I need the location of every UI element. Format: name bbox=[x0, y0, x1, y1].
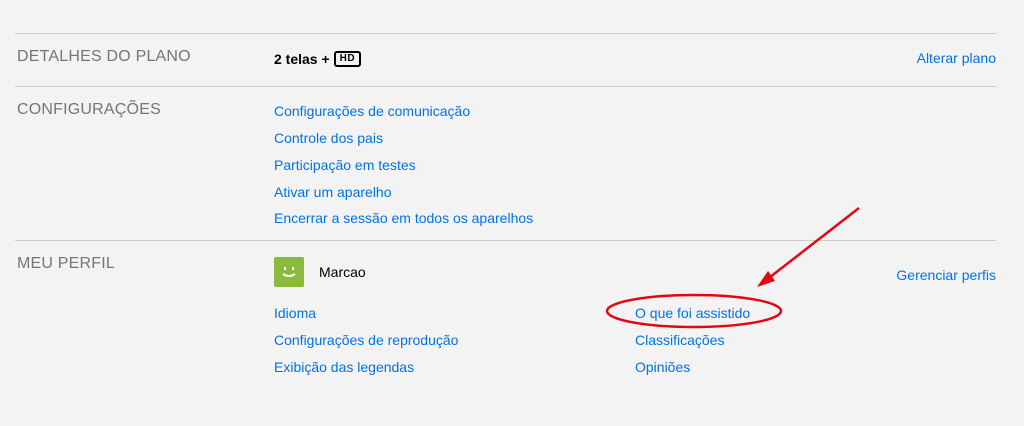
smiley-face-icon bbox=[282, 267, 296, 277]
profile-section: MEU PERFIL Marcao Gerenciar perfis Idiom… bbox=[15, 240, 996, 391]
language-link[interactable]: Idioma bbox=[274, 305, 316, 321]
profile-name: Marcao bbox=[319, 264, 366, 280]
manage-profiles-link[interactable]: Gerenciar perfis bbox=[896, 267, 996, 283]
profile-section-title: MEU PERFIL bbox=[17, 255, 116, 272]
ratings-link[interactable]: Classificações bbox=[635, 332, 724, 348]
plan-value: 2 telas + bbox=[274, 51, 330, 67]
change-plan-link[interactable]: Alterar plano bbox=[917, 50, 996, 66]
settings-section-title: CONFIGURAÇÕES bbox=[17, 101, 161, 118]
viewing-activity-link[interactable]: O que foi assistido bbox=[635, 305, 750, 321]
plan-section-title: DETALHES DO PLANO bbox=[17, 48, 191, 65]
sign-out-all-devices-link[interactable]: Encerrar a sessão em todos os aparelhos bbox=[274, 210, 533, 226]
hd-badge: HD bbox=[333, 51, 362, 67]
communication-settings-link[interactable]: Configurações de comunicação bbox=[274, 103, 470, 119]
profile-avatar[interactable] bbox=[274, 257, 304, 287]
plan-section: DETALHES DO PLANO 2 telas + HD Alterar p… bbox=[15, 33, 996, 87]
reviews-link[interactable]: Opiniões bbox=[635, 359, 690, 375]
test-participation-link[interactable]: Participação em testes bbox=[274, 157, 416, 173]
plan-details: 2 telas + HD bbox=[274, 51, 362, 67]
playback-settings-link[interactable]: Configurações de reprodução bbox=[274, 332, 458, 348]
activate-device-link[interactable]: Ativar um aparelho bbox=[274, 184, 392, 200]
settings-section: CONFIGURAÇÕES Configurações de comunicaç… bbox=[15, 86, 996, 241]
subtitle-appearance-link[interactable]: Exibição das legendas bbox=[274, 359, 414, 375]
parental-controls-link[interactable]: Controle dos pais bbox=[274, 130, 383, 146]
